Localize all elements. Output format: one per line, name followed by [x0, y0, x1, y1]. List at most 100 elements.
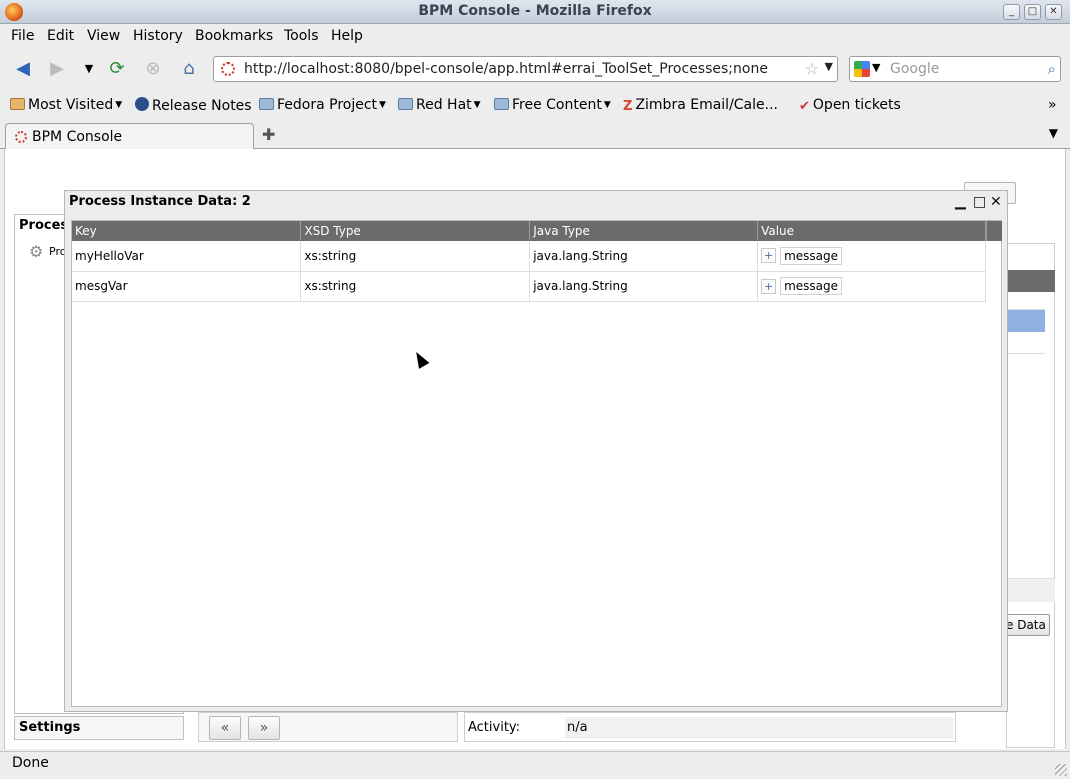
- column-header-value[interactable]: Value: [757, 221, 986, 241]
- menu-bar: File Edit View History Bookmarks Tools H…: [0, 24, 1070, 48]
- close-window-icon[interactable]: ✕: [1045, 4, 1062, 20]
- bookmark-release-notes[interactable]: Release Notes: [135, 97, 252, 114]
- menu-view[interactable]: View: [87, 28, 120, 44]
- message-button[interactable]: message: [780, 246, 843, 265]
- value-widget: + message: [761, 277, 843, 295]
- table-row[interactable]: [1007, 288, 1045, 310]
- message-button[interactable]: message: [780, 277, 843, 295]
- window-title: BPM Console - Mozilla Firefox: [418, 3, 652, 19]
- history-dropdown-icon[interactable]: ▼: [78, 58, 100, 80]
- menu-bookmarks[interactable]: Bookmarks: [195, 28, 273, 44]
- bookmark-open-tickets[interactable]: ✔ Open tickets: [799, 97, 901, 114]
- cell-key: myHelloVar: [72, 241, 302, 272]
- checkmark-icon: ✔: [799, 99, 810, 114]
- bookmark-label: Most Visited: [28, 97, 114, 113]
- chevron-down-icon: ▼: [115, 100, 123, 110]
- variables-table: Key XSD Type Java Type Value myHelloVar …: [72, 221, 986, 302]
- instance-data-button[interactable]: e Data: [1005, 614, 1050, 636]
- table-header-row: Key XSD Type Java Type Value: [72, 221, 986, 241]
- table-row[interactable]: [1007, 332, 1045, 354]
- bookmarks-overflow-icon[interactable]: »: [1048, 97, 1057, 113]
- zimbra-logo-icon: Z: [623, 99, 633, 114]
- next-page-button[interactable]: »: [248, 716, 280, 740]
- folder-icon: [494, 98, 509, 110]
- search-engine-dropdown-icon[interactable]: ▼: [872, 61, 880, 74]
- cell-xsd-type: xs:string: [300, 271, 531, 302]
- column-header-key[interactable]: Key: [72, 221, 302, 241]
- stop-icon[interactable]: ⊗: [142, 58, 164, 80]
- column-header-java-type[interactable]: Java Type: [529, 221, 759, 241]
- settings-label: Settings: [19, 720, 81, 735]
- google-engine-icon[interactable]: [854, 61, 870, 77]
- close-dialog-icon[interactable]: ✕: [990, 193, 1002, 211]
- instance-toolbar: [1007, 578, 1055, 602]
- chevron-down-icon: ▼: [603, 100, 611, 110]
- url-dropdown-icon[interactable]: ▼: [825, 60, 833, 73]
- minimize-window-icon[interactable]: _: [1003, 4, 1020, 20]
- chevron-down-icon: ▼: [379, 100, 386, 110]
- loading-icon: [15, 131, 27, 143]
- status-bar: Done: [0, 751, 1070, 779]
- menu-help[interactable]: Help: [331, 28, 363, 44]
- expand-plus-icon[interactable]: +: [761, 248, 777, 264]
- activity-label: Activity:: [468, 720, 521, 735]
- previous-page-button[interactable]: «: [209, 716, 241, 740]
- search-icon[interactable]: ⌕: [1048, 60, 1056, 78]
- window-titlebar: BPM Console - Mozilla Firefox _ □ ✕: [0, 0, 1070, 24]
- cell-xsd-type: xs:string: [300, 241, 531, 272]
- menu-history[interactable]: History: [133, 28, 183, 44]
- activity-panel: Activity: n/a: [464, 712, 956, 742]
- site-identity-icon[interactable]: [221, 62, 235, 76]
- tab-label: BPM Console: [32, 129, 123, 145]
- bookmark-zimbra[interactable]: Z Zimbra Email/Cale...: [623, 97, 778, 114]
- gear-icon: ⚙: [29, 242, 44, 261]
- column-header-xsd-type[interactable]: XSD Type: [300, 221, 531, 241]
- process-instance-data-dialog: Process Instance Data: 2 ▁ □ ✕ Key XSD T…: [64, 190, 1008, 712]
- menu-edit[interactable]: Edit: [47, 28, 74, 44]
- table-row-selected[interactable]: [1007, 310, 1045, 332]
- url-text[interactable]: http://localhost:8080/bpel-console/app.h…: [244, 61, 768, 77]
- bookmark-star-icon[interactable]: ☆: [805, 59, 819, 78]
- dialog-title: Process Instance Data: 2: [69, 194, 251, 209]
- settings-section[interactable]: Settings: [14, 716, 184, 740]
- search-placeholder[interactable]: Google: [890, 61, 939, 77]
- search-box[interactable]: ▼ Google ⌕: [849, 56, 1061, 82]
- tab-list-chevron-icon[interactable]: ▼: [1049, 126, 1058, 140]
- cell-value: + message: [757, 271, 986, 302]
- minimize-dialog-icon[interactable]: ▁: [955, 193, 966, 211]
- table-row[interactable]: myHelloVar xs:string java.lang.String + …: [72, 241, 986, 272]
- reload-icon[interactable]: ⟳: [106, 58, 128, 80]
- table-header-filler: [986, 221, 1002, 241]
- bookmark-free-content[interactable]: Free Content ▼: [494, 97, 611, 113]
- bookmarks-toolbar: Most Visited ▼ Release Notes Fedora Proje…: [0, 92, 1070, 118]
- cell-java-type: java.lang.String: [529, 241, 759, 272]
- new-tab-icon[interactable]: ✚: [262, 125, 275, 144]
- bookmark-label: Open tickets: [812, 97, 901, 113]
- menu-tools[interactable]: Tools: [284, 28, 319, 44]
- back-arrow-icon[interactable]: ◀: [12, 58, 34, 80]
- activity-value: n/a: [565, 717, 953, 739]
- table-row[interactable]: mesgVar xs:string java.lang.String + mes…: [72, 271, 986, 302]
- menu-file[interactable]: File: [11, 28, 34, 44]
- bookmark-label: Free Content: [512, 97, 602, 113]
- cell-key: mesgVar: [72, 271, 302, 302]
- forward-arrow-icon[interactable]: ▶: [46, 58, 68, 80]
- dialog-body: Key XSD Type Java Type Value myHelloVar …: [71, 220, 1002, 707]
- expand-plus-icon[interactable]: +: [761, 278, 777, 294]
- url-bar[interactable]: http://localhost:8080/bpel-console/app.h…: [213, 56, 838, 82]
- bookmark-fedora-project[interactable]: Fedora Project ▼: [259, 97, 386, 113]
- bookmark-most-visited[interactable]: Most Visited ▼: [10, 97, 122, 113]
- folder-icon: [398, 98, 413, 110]
- maximize-dialog-icon[interactable]: □: [973, 193, 986, 211]
- tab-bar: BPM Console ✚ ▼: [0, 120, 1070, 150]
- home-icon[interactable]: ⌂: [178, 58, 200, 80]
- resize-grip-icon[interactable]: [1055, 764, 1067, 776]
- cell-java-type: java.lang.String: [529, 271, 759, 302]
- maximize-window-icon[interactable]: □: [1024, 4, 1041, 20]
- tab-bpm-console[interactable]: BPM Console: [5, 123, 254, 150]
- bookmark-red-hat[interactable]: Red Hat ▼: [398, 97, 481, 113]
- cell-value: + message: [757, 241, 986, 272]
- chevron-down-icon: ▼: [473, 100, 481, 110]
- status-text: Done: [12, 755, 49, 771]
- bookmark-label: Release Notes: [152, 98, 252, 114]
